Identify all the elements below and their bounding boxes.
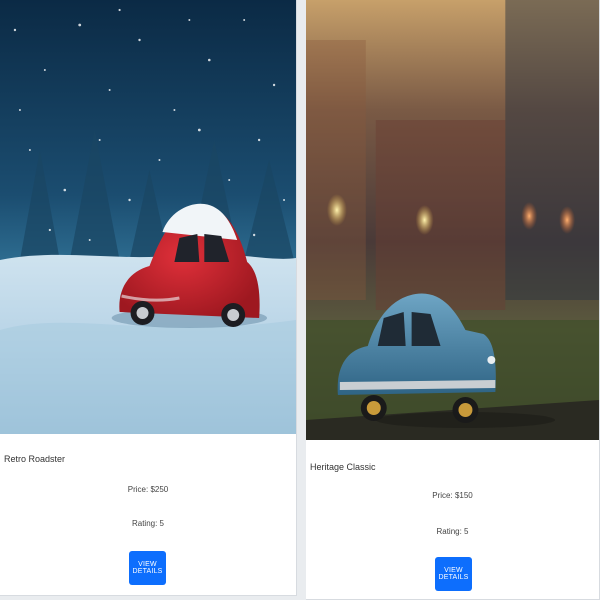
card-title: Retro Roadster bbox=[4, 454, 66, 464]
blue-classic-car-icon bbox=[306, 0, 599, 440]
red-car-in-snow-image bbox=[0, 0, 296, 434]
blue-classic-car-image bbox=[306, 0, 599, 440]
card-price: Price: $250 bbox=[127, 485, 169, 494]
red-car-in-snow-icon bbox=[0, 0, 296, 434]
card-rating: Rating: 5 bbox=[131, 519, 165, 528]
card-title: Heritage Classic bbox=[310, 462, 376, 472]
product-card-heritage-classic: Heritage Classic Price: $150 Rating: 5 V… bbox=[306, 0, 600, 600]
card-price: Price: $150 bbox=[432, 491, 473, 500]
view-details-button[interactable]: VIEW DETAILS bbox=[129, 551, 166, 585]
product-card-retro-roadster: Retro Roadster Price: $250 Rating: 5 VIE… bbox=[0, 0, 297, 596]
card-rating: Rating: 5 bbox=[436, 527, 469, 536]
view-details-button[interactable]: VIEW DETAILS bbox=[435, 557, 472, 591]
